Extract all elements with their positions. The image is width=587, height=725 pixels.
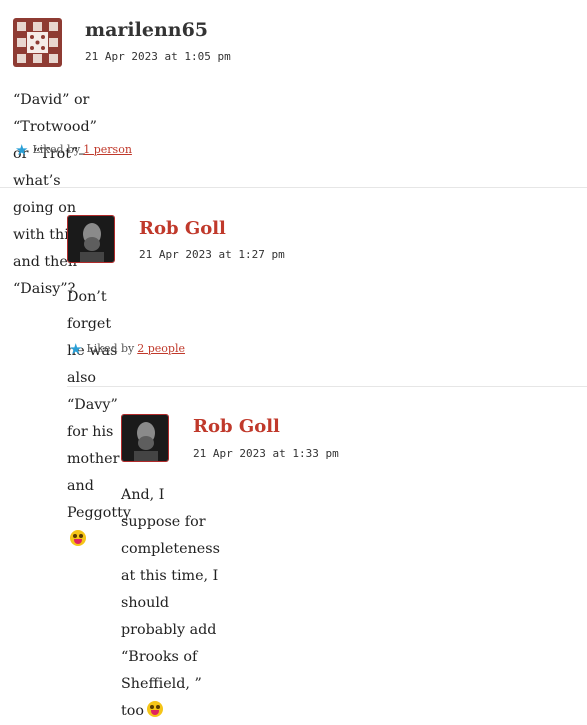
identicon-avatar[interactable] bbox=[13, 18, 62, 67]
comment-author[interactable]: Rob Goll bbox=[139, 219, 226, 239]
portrait-avatar[interactable] bbox=[121, 414, 169, 462]
star-icon: ★ bbox=[15, 141, 29, 159]
comment-divider bbox=[67, 386, 587, 387]
portrait-avatar[interactable] bbox=[67, 215, 115, 263]
likes-line: ★ Liked by 1 person bbox=[15, 141, 132, 159]
likes-prefix: Liked by bbox=[32, 143, 81, 156]
comment-text: “David” or “Trotwood” or “Trot”–what’s g… bbox=[13, 92, 97, 297]
comment-author[interactable]: marilenn65 bbox=[85, 20, 208, 40]
comment-text-line: “Brooks of Sheffield, ” too bbox=[121, 644, 220, 725]
tongue-out-emoji-icon bbox=[146, 701, 163, 717]
comment-date[interactable]: 21 Apr 2023 at 1:05 pm bbox=[85, 50, 231, 64]
likes-line: ★ Liked by 2 people bbox=[69, 340, 185, 358]
comment-divider bbox=[0, 187, 587, 188]
likes-link[interactable]: 2 people bbox=[137, 342, 185, 356]
comment-text-line: And, I suppose for completeness at this … bbox=[121, 487, 220, 638]
comment-date[interactable]: 21 Apr 2023 at 1:27 pm bbox=[139, 248, 285, 262]
comment-author[interactable]: Rob Goll bbox=[193, 417, 280, 437]
comment-date[interactable]: 21 Apr 2023 at 1:33 pm bbox=[193, 447, 339, 461]
comment-text: And, I suppose for completeness at this … bbox=[121, 482, 220, 725]
star-icon: ★ bbox=[69, 340, 83, 358]
likes-link[interactable]: 1 person bbox=[83, 143, 132, 157]
likes-prefix: Liked by bbox=[86, 342, 135, 355]
